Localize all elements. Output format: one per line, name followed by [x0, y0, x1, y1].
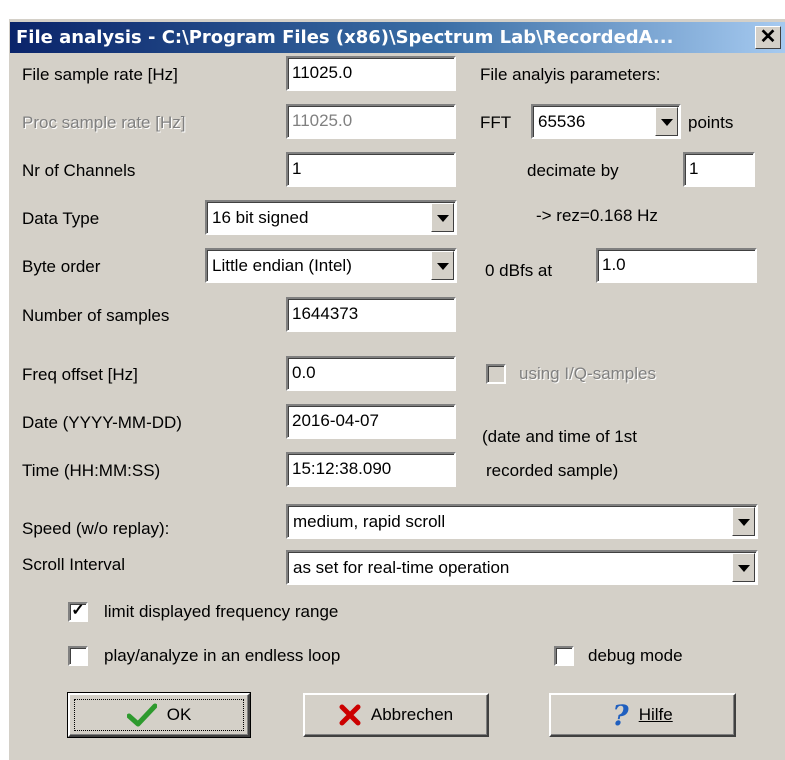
byte-order-label: Byte order — [22, 257, 101, 276]
question-icon: ? — [612, 698, 629, 732]
focus-rect — [74, 699, 244, 731]
help-label: Hilfe — [638, 705, 673, 724]
window-title: File analysis - C:\Program Files (x86)\S… — [16, 27, 674, 48]
points-label: points — [688, 113, 734, 132]
fft-label: FFT — [480, 113, 512, 132]
byte-order-select[interactable]: Little endian (Intel) — [205, 248, 457, 283]
decimate-input[interactable]: 1 — [683, 152, 755, 187]
data-type-select[interactable]: 16 bit signed — [205, 200, 457, 235]
proc-sample-rate-input: 11025.0 — [286, 104, 456, 139]
endless-loop-label: play/analyze in an endless loop — [104, 646, 341, 665]
close-icon: ✕ — [759, 26, 777, 48]
speed-label: Speed (w/o replay): — [22, 519, 170, 538]
freq-offset-input[interactable]: 0.0 — [286, 356, 456, 391]
date-time-note-line1: (date and time of 1st — [482, 427, 637, 446]
limit-freq-label: limit displayed frequency range — [104, 602, 339, 621]
num-samples-label: Number of samples — [22, 306, 170, 325]
date-input[interactable]: 2016-04-07 — [286, 404, 456, 439]
endless-loop-checkbox[interactable] — [68, 646, 88, 666]
file-sample-rate-input[interactable]: 11025.0 — [286, 56, 456, 91]
chevron-down-icon[interactable] — [732, 507, 755, 536]
iq-samples-checkbox — [486, 364, 506, 384]
chevron-down-icon[interactable] — [431, 203, 454, 232]
proc-sample-rate-label: Proc sample rate [Hz] — [22, 113, 186, 132]
byte-order-value: Little endian (Intel) — [212, 256, 352, 275]
nr-channels-label: Nr of Channels — [22, 161, 136, 180]
speed-select[interactable]: medium, rapid scroll — [286, 504, 758, 539]
speed-value: medium, rapid scroll — [293, 512, 446, 531]
time-label: Time (HH:MM:SS) — [22, 461, 161, 480]
cancel-label: Abbrechen — [370, 705, 454, 724]
ok-button[interactable]: OK — [67, 692, 251, 738]
chevron-down-icon[interactable] — [655, 107, 678, 136]
debug-checkbox[interactable] — [554, 646, 574, 666]
help-button[interactable]: ? Hilfe — [549, 693, 736, 737]
time-input[interactable]: 15:12:38.090 — [286, 452, 456, 487]
iq-samples-label: using I/Q-samples — [519, 364, 656, 383]
check-icon: ✓ — [71, 602, 85, 619]
date-label: Date (YYYY-MM-DD) — [22, 413, 182, 432]
chevron-down-icon[interactable] — [431, 251, 454, 280]
scroll-interval-label: Scroll Interval — [22, 555, 125, 574]
close-button[interactable]: ✕ — [755, 26, 781, 49]
debug-label: debug mode — [588, 646, 683, 665]
dbfs-input[interactable]: 1.0 — [596, 248, 757, 283]
resolution-label: -> rez=0.168 Hz — [536, 206, 658, 225]
data-type-label: Data Type — [22, 209, 100, 228]
freq-offset-label: Freq offset [Hz] — [22, 365, 138, 384]
dbfs-label: 0 dBfs at — [485, 261, 553, 280]
title-bar: File analysis - C:\Program Files (x86)\S… — [10, 22, 785, 53]
chevron-down-icon[interactable] — [732, 553, 755, 582]
fft-points-value: 65536 — [538, 112, 586, 131]
scroll-interval-value: as set for real-time operation — [293, 558, 510, 577]
x-icon — [339, 704, 361, 726]
scroll-interval-select[interactable]: as set for real-time operation — [286, 550, 758, 585]
fft-points-select[interactable]: 65536 — [531, 104, 681, 139]
data-type-value: 16 bit signed — [212, 208, 309, 227]
decimate-label: decimate by — [527, 161, 619, 180]
cancel-button[interactable]: Abbrechen — [303, 693, 489, 737]
file-sample-rate-label: File sample rate [Hz] — [22, 65, 178, 84]
params-title: File analyis parameters: — [480, 65, 661, 84]
limit-freq-checkbox[interactable]: ✓ — [68, 602, 88, 622]
date-time-note-line2: recorded sample) — [486, 461, 619, 480]
nr-channels-input[interactable]: 1 — [286, 152, 456, 187]
num-samples-input[interactable]: 1644373 — [286, 297, 456, 332]
